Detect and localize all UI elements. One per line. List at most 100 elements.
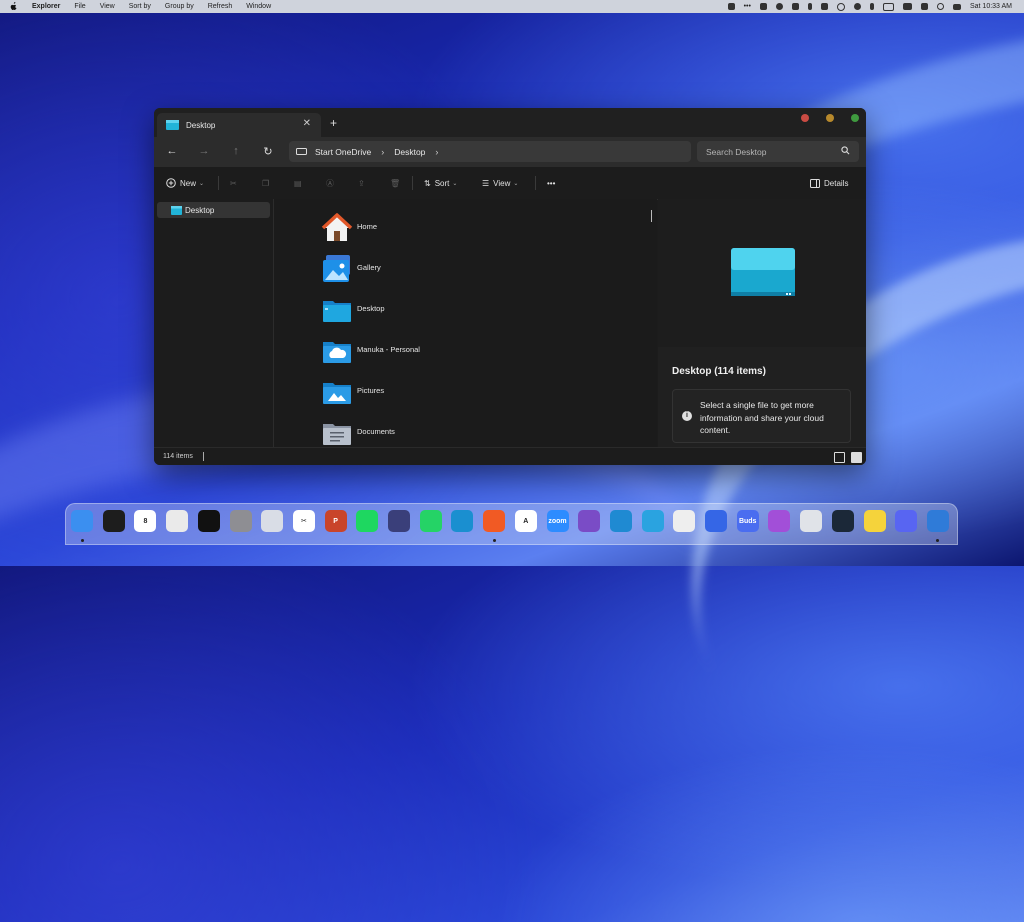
documents-folder-icon bbox=[323, 424, 351, 445]
info-box: i Select a single file to get more infor… bbox=[672, 389, 851, 443]
menu-group-by[interactable]: Group by bbox=[165, 3, 194, 10]
toolbar-divider bbox=[535, 176, 536, 190]
shield-status-icon[interactable] bbox=[775, 3, 783, 10]
breadcrumb-desktop[interactable]: Desktop bbox=[394, 147, 425, 157]
menu-file[interactable]: File bbox=[74, 3, 85, 10]
dock-clock-icon[interactable] bbox=[197, 510, 220, 532]
dock-system-settings-icon[interactable] bbox=[229, 510, 252, 532]
dock-visual-studio-icon[interactable] bbox=[578, 510, 601, 532]
dock-chrome-icon[interactable] bbox=[673, 510, 696, 532]
menu-refresh[interactable]: Refresh bbox=[208, 3, 233, 10]
dock-trash-icon[interactable] bbox=[261, 510, 284, 532]
address-bar[interactable]: Start OneDrive › Desktop › bbox=[289, 141, 691, 162]
dock-icon-label: 8 bbox=[143, 517, 148, 525]
dock-activity-monitor-icon[interactable] bbox=[705, 510, 727, 532]
list-item-home[interactable]: Home bbox=[321, 212, 521, 248]
scrollbar[interactable] bbox=[651, 210, 652, 222]
microphone-icon[interactable] bbox=[807, 3, 812, 10]
share-button[interactable]: ⇪ bbox=[358, 167, 365, 199]
chevron-down-icon: ⌄ bbox=[452, 180, 458, 187]
back-button[interactable]: ← bbox=[165, 145, 179, 157]
clock[interactable]: Sat 10:33 AM bbox=[970, 3, 1012, 10]
tab-desktop[interactable]: Desktop ✕ bbox=[157, 113, 321, 137]
breadcrumb-separator[interactable]: › bbox=[381, 147, 384, 157]
up-button[interactable]: ↑ bbox=[229, 145, 243, 157]
dock-linear-icon[interactable] bbox=[388, 510, 410, 532]
delete-button[interactable]: 🗑 bbox=[390, 167, 400, 199]
dock-powerpoint-icon[interactable]: P bbox=[324, 510, 347, 532]
dock-spotify-icon[interactable] bbox=[356, 510, 379, 532]
status-app-icon[interactable] bbox=[727, 3, 735, 10]
apple-menu-icon[interactable] bbox=[10, 1, 18, 12]
menu-view[interactable]: View bbox=[100, 3, 115, 10]
tiles-view-icon[interactable] bbox=[851, 452, 862, 463]
close-tab-icon[interactable]: ✕ bbox=[303, 118, 311, 129]
dock-arc-icon[interactable]: A bbox=[514, 510, 537, 532]
copy-button[interactable]: ❐ bbox=[262, 167, 269, 199]
onedrive-folder-icon bbox=[323, 342, 351, 363]
dock-notepad-icon[interactable] bbox=[926, 510, 949, 532]
chevron-down-icon: ⌄ bbox=[513, 180, 519, 187]
new-tab-button[interactable]: + bbox=[330, 116, 337, 130]
dock-telegram-icon[interactable] bbox=[641, 510, 664, 532]
more-options-button[interactable]: ••• bbox=[547, 167, 555, 199]
dock-vscode-icon[interactable] bbox=[609, 510, 632, 532]
display-status-icon[interactable] bbox=[882, 2, 894, 11]
volume-icon[interactable] bbox=[920, 3, 928, 10]
dock-finder-icon[interactable] bbox=[71, 510, 93, 532]
dock-calendar-icon[interactable]: 8 bbox=[134, 510, 157, 532]
refresh-button[interactable]: ↻ bbox=[261, 145, 275, 158]
search-input[interactable]: Search Desktop bbox=[697, 141, 859, 162]
dock-steam-icon[interactable] bbox=[831, 510, 854, 532]
pointer-status-icon[interactable] bbox=[869, 3, 874, 10]
user-status-icon[interactable] bbox=[853, 3, 861, 10]
dock-podcasts-icon[interactable] bbox=[768, 510, 791, 532]
menu-window[interactable]: Window bbox=[246, 3, 271, 10]
dock-brave-icon[interactable] bbox=[483, 510, 506, 532]
dock-whatsapp-icon[interactable] bbox=[419, 510, 442, 532]
cut-button[interactable]: ✂ bbox=[230, 167, 237, 199]
dock-stickies-icon[interactable] bbox=[863, 510, 886, 532]
dock-buds-icon[interactable]: Buds bbox=[736, 510, 759, 532]
view-button[interactable]: ☰ View ⌄ bbox=[482, 167, 518, 199]
dock-capcut-icon[interactable]: ✂ bbox=[292, 510, 315, 532]
breadcrumb-start-onedrive[interactable]: Start OneDrive bbox=[315, 147, 371, 157]
more-status-icon[interactable]: ••• bbox=[744, 3, 751, 10]
tools-status-icon[interactable] bbox=[791, 3, 799, 10]
explorer-window: Desktop ✕ + ← → ↑ ↻ Start OneDrive › Des… bbox=[154, 108, 866, 465]
rename-button[interactable]: Ⓐ bbox=[326, 167, 334, 199]
details-view-icon[interactable] bbox=[834, 452, 845, 463]
minimize-window-button[interactable] bbox=[826, 114, 834, 122]
list-item-onedrive-personal[interactable]: Manuka - Personal bbox=[321, 335, 521, 371]
app-menu[interactable]: Explorer bbox=[32, 3, 60, 10]
forward-button[interactable]: → bbox=[197, 145, 211, 157]
keyboard-status-icon[interactable] bbox=[902, 3, 912, 10]
close-window-button[interactable] bbox=[801, 114, 809, 122]
menu-sort-by[interactable]: Sort by bbox=[129, 3, 151, 10]
control-center-icon[interactable] bbox=[952, 3, 961, 10]
clipboard-status-icon[interactable] bbox=[820, 3, 828, 10]
play-status-icon[interactable] bbox=[836, 2, 845, 11]
command-bar: New ⌄ ✂ ❐ ▤ Ⓐ ⇪ 🗑 ⇅ Sort ⌄ ☰ View ⌄ ••• … bbox=[154, 167, 866, 200]
list-item-desktop[interactable]: Desktop bbox=[321, 294, 521, 330]
breadcrumb-separator[interactable]: › bbox=[435, 147, 438, 157]
new-button[interactable]: New ⌄ bbox=[166, 167, 204, 199]
details-button[interactable]: Details bbox=[810, 167, 848, 199]
list-item-documents[interactable]: Documents bbox=[321, 417, 521, 447]
sidebar-item-desktop[interactable]: Desktop bbox=[157, 202, 270, 218]
dock-widgets-icon[interactable] bbox=[102, 510, 125, 532]
zoom-window-button[interactable] bbox=[851, 114, 859, 122]
list-item-pictures[interactable]: Pictures bbox=[321, 376, 521, 412]
list-item-gallery[interactable]: Gallery bbox=[321, 253, 521, 289]
dock-edge-icon[interactable] bbox=[451, 510, 474, 532]
search-status-icon[interactable] bbox=[936, 3, 944, 10]
dock-discord-icon[interactable] bbox=[895, 510, 918, 532]
mail-status-icon[interactable] bbox=[759, 3, 767, 10]
running-indicator bbox=[492, 539, 496, 542]
file-list: Home Gallery Desktop Manuka - Personal P… bbox=[274, 199, 657, 447]
sort-button[interactable]: ⇅ Sort ⌄ bbox=[424, 167, 457, 199]
paste-button[interactable]: ▤ bbox=[294, 167, 302, 199]
dock-calculator-icon[interactable] bbox=[800, 510, 823, 532]
dock-zoom-icon[interactable]: zoom bbox=[546, 510, 569, 532]
dock-launchpad-icon[interactable] bbox=[166, 510, 189, 532]
